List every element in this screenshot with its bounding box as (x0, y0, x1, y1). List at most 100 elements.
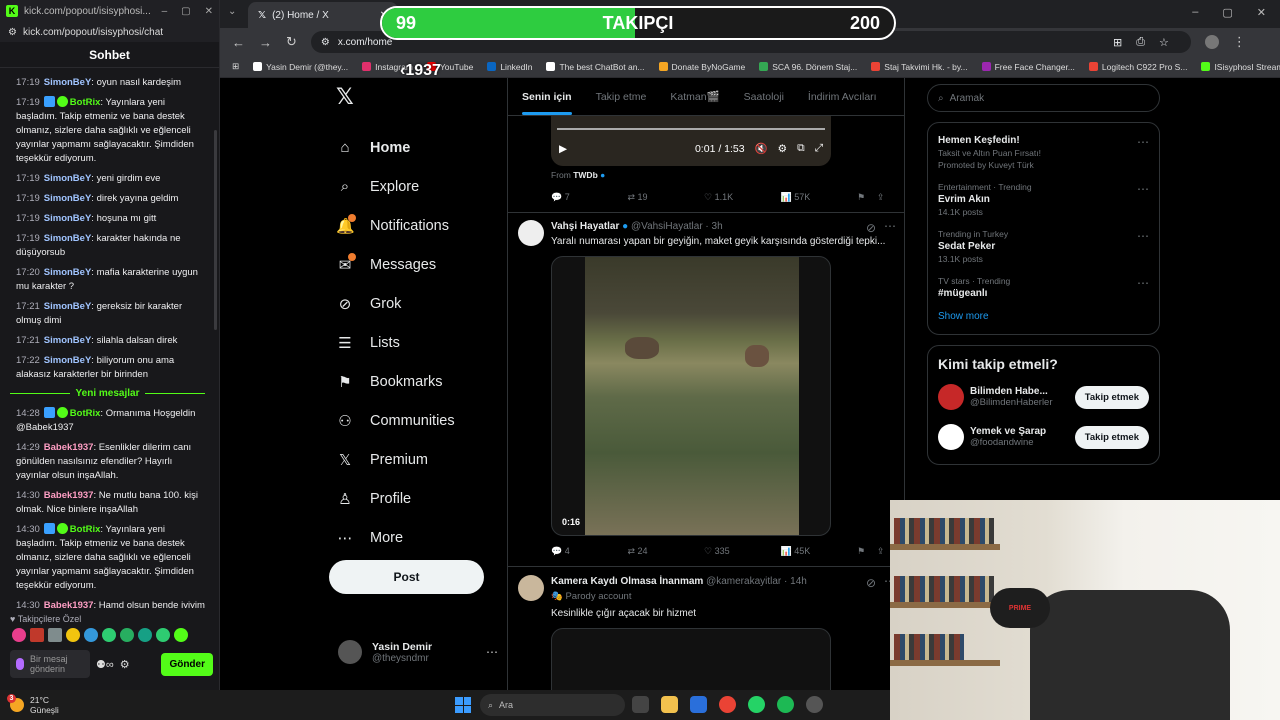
views-button[interactable]: 📊 57K (781, 192, 858, 203)
message-username[interactable]: SimonBeY (44, 267, 92, 278)
show-more-link[interactable]: Show more (938, 311, 1149, 322)
message-username[interactable]: BotRix (70, 97, 101, 108)
timeline-tab[interactable]: Katman🎬 (670, 90, 719, 103)
install-icon[interactable]: ⎙ (1136, 36, 1145, 49)
nav-messages[interactable]: ✉ Messages (330, 245, 490, 284)
back-icon[interactable]: ← (232, 35, 245, 50)
follow-suggestion[interactable]: Yemek ve Şarap @foodandwine Takip etmek (938, 424, 1149, 450)
forward-icon[interactable]: → (259, 35, 272, 50)
tweet-handle[interactable]: @kamerakayitlar · 14h (706, 576, 807, 587)
close-icon[interactable]: ✕ (205, 6, 213, 17)
message-username[interactable]: SimonBeY (44, 301, 92, 312)
nav-explore[interactable]: ⌕ Explore (330, 167, 490, 206)
reply-button[interactable]: 💬 4 (551, 546, 628, 557)
views-button[interactable]: 📊 45K (781, 546, 858, 557)
translate-icon[interactable]: ⊞ (1113, 36, 1122, 49)
bookmark-item[interactable]: ISisyphosI Stream -... (1201, 62, 1280, 72)
avatar[interactable] (518, 220, 544, 246)
fullscreen-icon[interactable]: ⤢ (815, 142, 823, 155)
like-button[interactable]: ♡ 1.1K (704, 192, 781, 203)
bookmark-item[interactable]: Yasin Demir (@they... (253, 62, 348, 72)
message-username[interactable]: BotRix (70, 524, 101, 535)
video-progress[interactable] (557, 128, 825, 130)
message-username[interactable]: SimonBeY (44, 77, 92, 88)
emoji-icon[interactable]: ⚉∞ (96, 658, 114, 671)
nav-home[interactable]: ⌂ Home (330, 128, 490, 167)
grok-icon[interactable]: ⊘ (866, 576, 876, 590)
tweet-author[interactable]: Vahşi Hayatlar (551, 221, 619, 232)
profile-avatar[interactable] (1204, 35, 1219, 49)
timeline-tab[interactable]: Takip etme (596, 91, 647, 103)
repost-button[interactable]: ⇄ 24 (628, 546, 705, 557)
tweet-author[interactable]: Kamera Kaydı Olmasa İnanmam (551, 576, 703, 587)
kick-url-bar[interactable]: ⚙ kick.com/popout/isisyphosi/chat (0, 22, 219, 42)
follow-button[interactable]: Takip etmek (1074, 425, 1149, 449)
emote-icon[interactable] (120, 628, 134, 642)
emote-icon[interactable] (30, 628, 44, 642)
play-icon[interactable]: ▶ (559, 143, 567, 155)
bookmark-item[interactable]: Donate ByNoGame (658, 62, 745, 72)
post-button[interactable]: Post (329, 560, 484, 594)
more-icon[interactable]: ⋯ (1137, 276, 1149, 290)
bookmark-item[interactable]: Free Face Changer... (981, 62, 1075, 72)
more-icon[interactable]: ⋯ (486, 645, 498, 659)
obs-icon[interactable] (806, 696, 823, 713)
timeline-tab[interactable]: Saatoloji (744, 91, 784, 103)
timeline-tab[interactable]: Senin için (522, 91, 572, 115)
message-username[interactable]: SimonBeY (44, 213, 92, 224)
emote-icon[interactable] (84, 628, 98, 642)
trend-item[interactable]: Trending in Turkey Sedat Peker 13.1K posts… (938, 229, 1149, 264)
chrome-menu-icon[interactable]: ⋮ (1233, 34, 1246, 50)
store-icon[interactable] (690, 696, 707, 713)
whatsapp-icon[interactable] (748, 696, 765, 713)
message-username[interactable]: SimonBeY (44, 335, 92, 346)
nav-bookmarks[interactable]: ⚑ Bookmarks (330, 362, 490, 401)
message-username[interactable]: SimonBeY (44, 233, 92, 244)
tweet-video[interactable]: 0:16 (551, 256, 831, 536)
message-username[interactable]: SimonBeY (44, 355, 92, 366)
bookmark-item[interactable]: The best ChatBot an... (546, 62, 645, 72)
site-info-icon[interactable]: ⚙ (321, 37, 330, 48)
emote-icon[interactable] (12, 628, 26, 642)
minimize-icon[interactable]: – (162, 6, 168, 17)
chat-settings-icon[interactable]: ⚙ (120, 658, 130, 671)
star-icon[interactable]: ☆ (1159, 36, 1169, 49)
weather-widget[interactable]: 3 21°C Güneşli (0, 694, 59, 715)
task-view-icon[interactable] (632, 696, 649, 713)
bookmark-icon[interactable]: ⚑ (857, 192, 877, 203)
more-icon[interactable]: ⋯ (1137, 135, 1149, 149)
message-username[interactable]: BotRix (70, 408, 101, 419)
grok-icon[interactable]: ⊘ (866, 221, 876, 235)
message-username[interactable]: Babek1937 (44, 442, 94, 453)
spotify-icon[interactable] (777, 696, 794, 713)
share-icon[interactable]: ⇪ (877, 546, 891, 557)
emote-icon[interactable] (174, 628, 188, 642)
message-username[interactable]: SimonBeY (44, 173, 92, 184)
apps-icon[interactable]: ⊞ (232, 61, 239, 72)
nav-premium[interactable]: 𝕏 Premium (330, 440, 490, 479)
bookmark-item[interactable]: SCA 96. Dönem Staj... (759, 62, 857, 72)
account-switcher[interactable]: Yasin Demir @theysndmr ⋯ (338, 640, 498, 664)
search-input[interactable]: ⌕ Aramak (927, 84, 1160, 112)
nav-more[interactable]: ⋯ More (330, 518, 490, 557)
close-icon[interactable]: ✕ (1257, 6, 1266, 19)
trend-item[interactable]: Entertainment · Trending Evrim Akın 14.1K … (938, 182, 1149, 217)
chat-message-input[interactable]: Bir mesaj gönderin (10, 650, 90, 678)
timeline-tab[interactable]: İndirim Avcıları (808, 91, 877, 103)
bookmark-item[interactable]: Staj Takvimi Hk. - by... (871, 62, 968, 72)
more-icon[interactable]: ⋯ (1137, 229, 1149, 243)
nav-lists[interactable]: ☰ Lists (330, 323, 490, 362)
mic-icon[interactable] (16, 658, 24, 670)
follow-button[interactable]: Takip etmek (1074, 385, 1149, 409)
source-link[interactable]: TWDb (573, 170, 598, 180)
bookmark-item[interactable]: Logitech C922 Pro S... (1088, 62, 1187, 72)
reload-icon[interactable]: ↻ (286, 34, 297, 50)
tab-search-icon[interactable]: ⌄ (228, 6, 236, 17)
nav-communities[interactable]: ⚇ Communities (330, 401, 490, 440)
bookmark-icon[interactable]: ⚑ (857, 546, 877, 557)
pip-icon[interactable]: ⧉ (797, 142, 805, 155)
nav-grok[interactable]: ⊘ Grok (330, 284, 490, 323)
chat-scrollbar[interactable] (214, 130, 217, 330)
repost-button[interactable]: ⇄ 19 (628, 192, 705, 203)
taskbar-search[interactable]: ⌕ Ara (480, 694, 625, 716)
